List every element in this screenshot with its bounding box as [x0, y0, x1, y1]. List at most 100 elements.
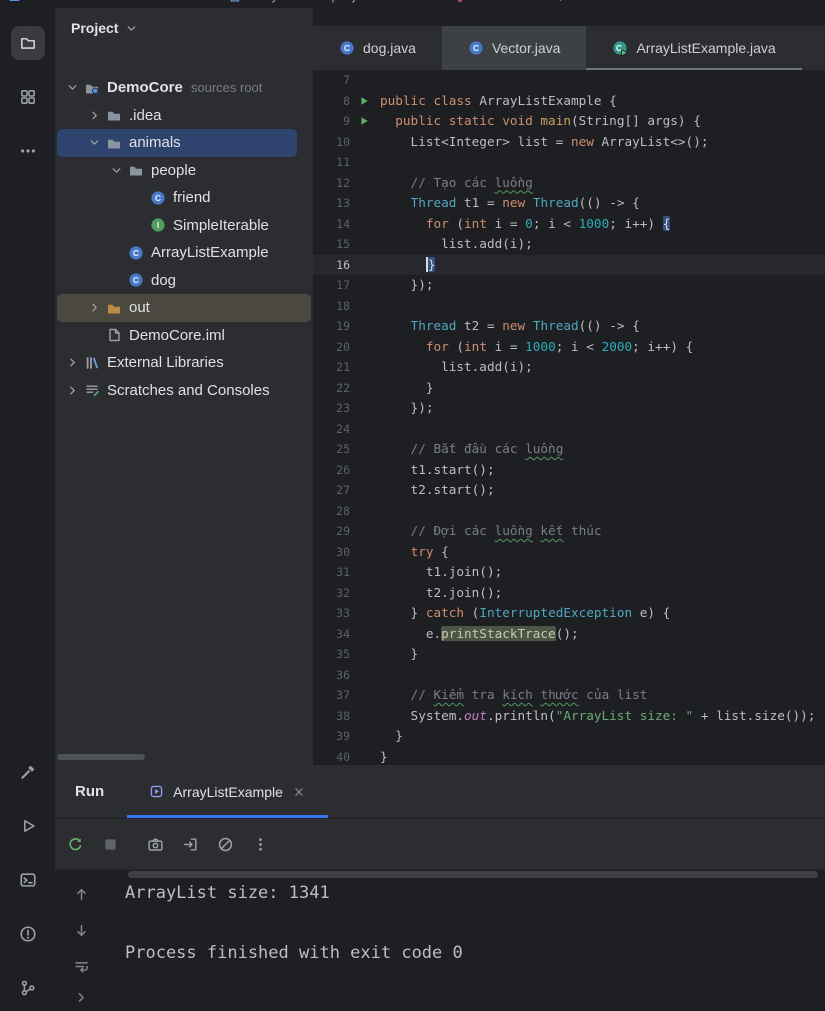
code-token: for [426, 339, 449, 354]
scroll-up-icon[interactable] [73, 885, 91, 903]
tree-item-democore[interactable]: DemoCore sources root [57, 74, 313, 102]
titlebar-item[interactable]: main [456, 0, 503, 6]
tree-item-out[interactable]: out [57, 294, 311, 322]
code-token: } [380, 728, 403, 743]
run-tab-icon [149, 784, 164, 799]
code-token: + list.size()); [693, 708, 815, 723]
code-token: 0 [525, 216, 533, 231]
gutter-cell [350, 316, 380, 337]
folder-icon [106, 107, 122, 123]
code-token: new [571, 134, 594, 149]
titlebar-item[interactable]: animals [132, 0, 177, 6]
code-editor[interactable]: 78public class ArrayListExample {9 publi… [313, 70, 825, 765]
gutter-cell [350, 357, 380, 378]
terminal-button[interactable] [11, 863, 45, 897]
line-number: 14 [313, 214, 350, 235]
code-line: 27 t2.start(); [313, 480, 825, 501]
titlebar-item[interactable]: ArrayListExample.java [228, 0, 376, 6]
code-line: 28 [313, 501, 825, 522]
code-token: } [428, 257, 436, 272]
run-tab-arraylistexample[interactable]: ArrayListExample [127, 765, 328, 818]
project-panel-header[interactable]: Project [55, 8, 313, 48]
tree-item-animals[interactable]: animals [57, 129, 297, 157]
run-toolbar [55, 819, 825, 870]
camera-icon[interactable] [145, 834, 165, 854]
tree-item-people[interactable]: people [57, 157, 313, 185]
titlebar-item[interactable]: Lambda [556, 0, 622, 6]
code-token: ( [449, 216, 464, 231]
camera-icon [147, 836, 164, 853]
code-token: ; i < [556, 339, 602, 354]
more-button[interactable] [11, 134, 45, 168]
clear-all-icon[interactable] [215, 834, 235, 854]
build-button[interactable] [11, 755, 45, 789]
run-gutter-icon[interactable] [358, 115, 370, 127]
scroll-down-icon[interactable] [73, 923, 91, 941]
project-tree: DemoCore sources root .ideaanimals people Cf… [55, 74, 313, 404]
run-config-icon [556, 0, 569, 3]
stop-icon[interactable] [100, 834, 120, 854]
problems-button[interactable] [11, 917, 45, 951]
editor-tab-arraylistexample-java[interactable]: CArrayListExample.java [586, 26, 801, 70]
code-token [380, 544, 411, 559]
tree-item-label: DemoCore [107, 79, 183, 96]
run-gutter-icon[interactable] [358, 95, 370, 107]
tree-item-democore-iml[interactable]: DemoCore.iml [57, 322, 313, 350]
tree-item-label: people [151, 162, 196, 179]
run-panel-title: Run [75, 783, 104, 800]
gutter-cell[interactable] [350, 111, 380, 132]
line-number: 8 [313, 91, 350, 112]
version-control-button[interactable] [11, 971, 45, 1005]
project-horizontal-scrollbar[interactable] [57, 754, 145, 760]
activity-bar [0, 8, 56, 1009]
tree-item-suffix: sources root [191, 80, 263, 95]
project-button[interactable] [11, 26, 45, 60]
code-token: try [411, 544, 434, 559]
project-folder-icon [8, 0, 21, 3]
editor-tab-vector-java[interactable]: CVector.java [442, 26, 587, 70]
close-icon[interactable] [292, 785, 306, 799]
rerun-icon[interactable] [65, 834, 85, 854]
code-line: 9 public static void main(String[] args)… [313, 111, 825, 132]
run-icon [19, 817, 37, 835]
gutter-cell [350, 234, 380, 255]
run-button[interactable] [11, 809, 45, 843]
tree-item-simpleiterable[interactable]: ISimpleIterable [57, 212, 313, 240]
more-options-icon[interactable] [250, 834, 270, 854]
code-token: InterruptedException [479, 605, 632, 620]
code-line: 40} [313, 747, 825, 766]
titlebar-item[interactable]: DemoCore [8, 0, 93, 6]
structure-icon [19, 88, 37, 106]
code-line: 24 [313, 419, 825, 440]
tree-item-label: dog [151, 272, 176, 289]
gutter-cell [350, 193, 380, 214]
line-number: 29 [313, 521, 350, 542]
tree-item-scratches-and-consoles[interactable]: Scratches and Consoles [57, 377, 313, 405]
gutter-cell[interactable] [350, 91, 380, 112]
expand-icon[interactable] [73, 989, 91, 1007]
more-icon [19, 142, 37, 160]
code-token: của list [579, 687, 648, 702]
editor-tab-dog-java[interactable]: Cdog.java [313, 26, 442, 70]
code-token: } [380, 605, 426, 620]
tree-item-friend[interactable]: Cfriend [57, 184, 313, 212]
code-token: 2000 [602, 339, 633, 354]
build-icon [19, 763, 37, 781]
more-options-icon [252, 836, 269, 853]
code-token: catch [426, 605, 464, 620]
folder-icon [106, 135, 122, 151]
open-output-icon[interactable] [180, 834, 200, 854]
tree-item--idea[interactable]: .idea [57, 102, 313, 130]
tree-item-label: SimpleIterable [173, 217, 269, 234]
structure-button[interactable] [11, 80, 45, 114]
tree-item-arraylistexample[interactable]: CArrayListExample [57, 239, 313, 267]
soft-wrap-icon[interactable] [73, 958, 91, 976]
library-icon [84, 355, 100, 371]
tree-item-dog[interactable]: Cdog [57, 267, 313, 295]
console-scrollbar[interactable] [128, 871, 818, 878]
code-token: main [540, 113, 571, 128]
console-output[interactable]: ArrayList size: 1341Process finished wit… [125, 870, 825, 1010]
tree-item-external-libraries[interactable]: External Libraries [57, 349, 313, 377]
gutter-cell [350, 173, 380, 194]
line-number: 28 [313, 501, 350, 522]
